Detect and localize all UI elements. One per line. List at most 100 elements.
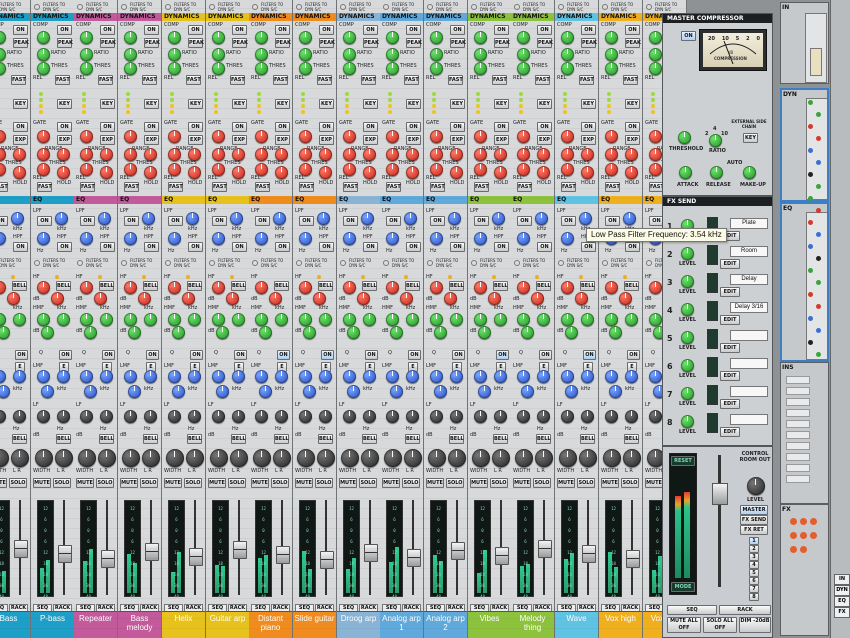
dark-knob[interactable] [166,449,184,467]
mute-button[interactable]: MUTE [208,478,226,488]
hmf-on-button[interactable]: ON [190,350,203,360]
lf-bell-button[interactable]: BELL [405,434,420,444]
channel-name[interactable]: Vibes [468,611,511,638]
red-knob[interactable] [386,130,399,143]
comp-fast-button[interactable]: FAST [404,75,419,85]
red-knob[interactable] [581,166,594,179]
gate-fast-button[interactable]: FAST [255,182,270,192]
master-comp-on-button[interactable]: ON [681,31,696,41]
red-knob[interactable] [343,281,356,294]
green-knob[interactable] [124,31,137,44]
dark-knob[interactable] [144,410,157,423]
dark-knob[interactable] [37,410,50,423]
green-knob[interactable] [0,31,6,44]
green-knob[interactable] [80,313,93,326]
channel-fader[interactable] [364,544,378,562]
green-knob[interactable] [581,313,594,326]
hf-bell-button[interactable]: BELL [318,281,333,291]
green-knob[interactable] [255,313,268,326]
green-knob[interactable] [605,62,618,75]
gate-on-button[interactable]: ON [581,122,596,132]
comp-fast-button[interactable]: FAST [535,75,550,85]
lpf-on-button[interactable]: ON [343,216,358,226]
lf-bell-button[interactable]: BELL [12,434,27,444]
blue-knob[interactable] [565,385,578,398]
hpf-on-button[interactable]: ON [100,242,115,252]
blue-knob[interactable] [124,232,137,245]
hf-bell-button[interactable]: BELL [274,281,289,291]
blue-knob[interactable] [649,370,662,383]
green-knob[interactable] [212,31,225,44]
gate-exp-button[interactable]: EXP [275,135,290,145]
hpf-on-button[interactable]: ON [144,242,159,252]
dark-knob[interactable] [535,449,553,467]
channel-name[interactable]: Repeater [74,611,117,638]
hmf-on-button[interactable]: ON [146,350,159,360]
hf-bell-button[interactable]: BELL [56,281,71,291]
comp-on-button[interactable]: ON [100,25,115,35]
master-comp-key-button[interactable]: KEY [743,133,758,143]
master-reset-button[interactable]: RESET [671,456,695,466]
blue-knob[interactable] [37,370,50,383]
dark-knob[interactable] [605,410,618,423]
comp-fast-button[interactable]: FAST [98,75,113,85]
blue-knob[interactable] [142,212,155,225]
green-knob[interactable] [255,48,268,61]
dark-knob[interactable] [361,449,379,467]
navigator-in[interactable]: IN [780,2,829,84]
gate-on-button[interactable]: ON [319,122,334,132]
gate-exp-button[interactable]: EXP [100,135,115,145]
red-knob[interactable] [474,130,487,143]
blue-knob[interactable] [492,212,505,225]
gate-on-button[interactable]: ON [144,122,159,132]
dark-knob[interactable] [515,449,533,467]
channel-fader[interactable] [58,545,72,563]
channel-number-button[interactable]: 5 [749,569,759,577]
gate-fast-button[interactable]: FAST [0,182,8,192]
channel-number-button[interactable]: 7 [749,585,759,593]
gate-exp-button[interactable]: EXP [494,135,509,145]
red-knob[interactable] [255,130,268,143]
gate-on-button[interactable]: ON [13,122,28,132]
channel-name[interactable]: Helix [162,611,205,638]
solo-button[interactable]: SOLO [9,478,27,488]
hpf-on-button[interactable]: ON [232,242,247,252]
dark-knob[interactable] [450,410,463,423]
green-knob[interactable] [390,326,403,339]
channel-fader[interactable] [101,550,115,568]
gate-on-button[interactable]: ON [625,122,640,132]
solo-button[interactable]: SOLO [446,478,464,488]
channel-fader[interactable] [626,550,640,568]
channel-number-button[interactable]: 4 [749,561,759,569]
red-knob[interactable] [138,292,151,305]
green-knob[interactable] [537,313,550,326]
green-knob[interactable] [649,313,662,326]
dark-knob[interactable] [0,449,9,467]
gate-on-button[interactable]: ON [188,122,203,132]
red-knob[interactable] [363,166,376,179]
green-knob[interactable] [37,48,50,61]
dark-knob[interactable] [492,449,510,467]
comp-on-button[interactable]: ON [275,25,290,35]
blue-knob[interactable] [517,232,530,245]
red-knob[interactable] [188,166,201,179]
green-knob[interactable] [299,313,312,326]
dark-knob[interactable] [649,410,662,423]
dark-knob[interactable] [406,410,419,423]
dark-knob[interactable] [122,449,140,467]
fx-send-level-knob[interactable] [681,303,694,316]
green-knob[interactable] [605,313,618,326]
mute-button[interactable]: MUTE [33,478,51,488]
channel-name[interactable]: Droog arp [337,611,380,638]
comp-fast-button[interactable]: FAST [11,75,26,85]
green-knob[interactable] [172,326,185,339]
channel-fader[interactable] [407,549,421,567]
blue-knob[interactable] [319,370,332,383]
green-knob[interactable] [561,313,574,326]
hpf-on-button[interactable]: ON [625,242,640,252]
comp-fast-button[interactable]: FAST [623,75,638,85]
hmf-on-button[interactable]: ON [277,350,290,360]
channel-fader[interactable] [276,546,290,564]
fx-send-level-knob[interactable] [681,331,694,344]
solo-all-off-button[interactable]: SOLO ALL OFF [703,617,737,633]
